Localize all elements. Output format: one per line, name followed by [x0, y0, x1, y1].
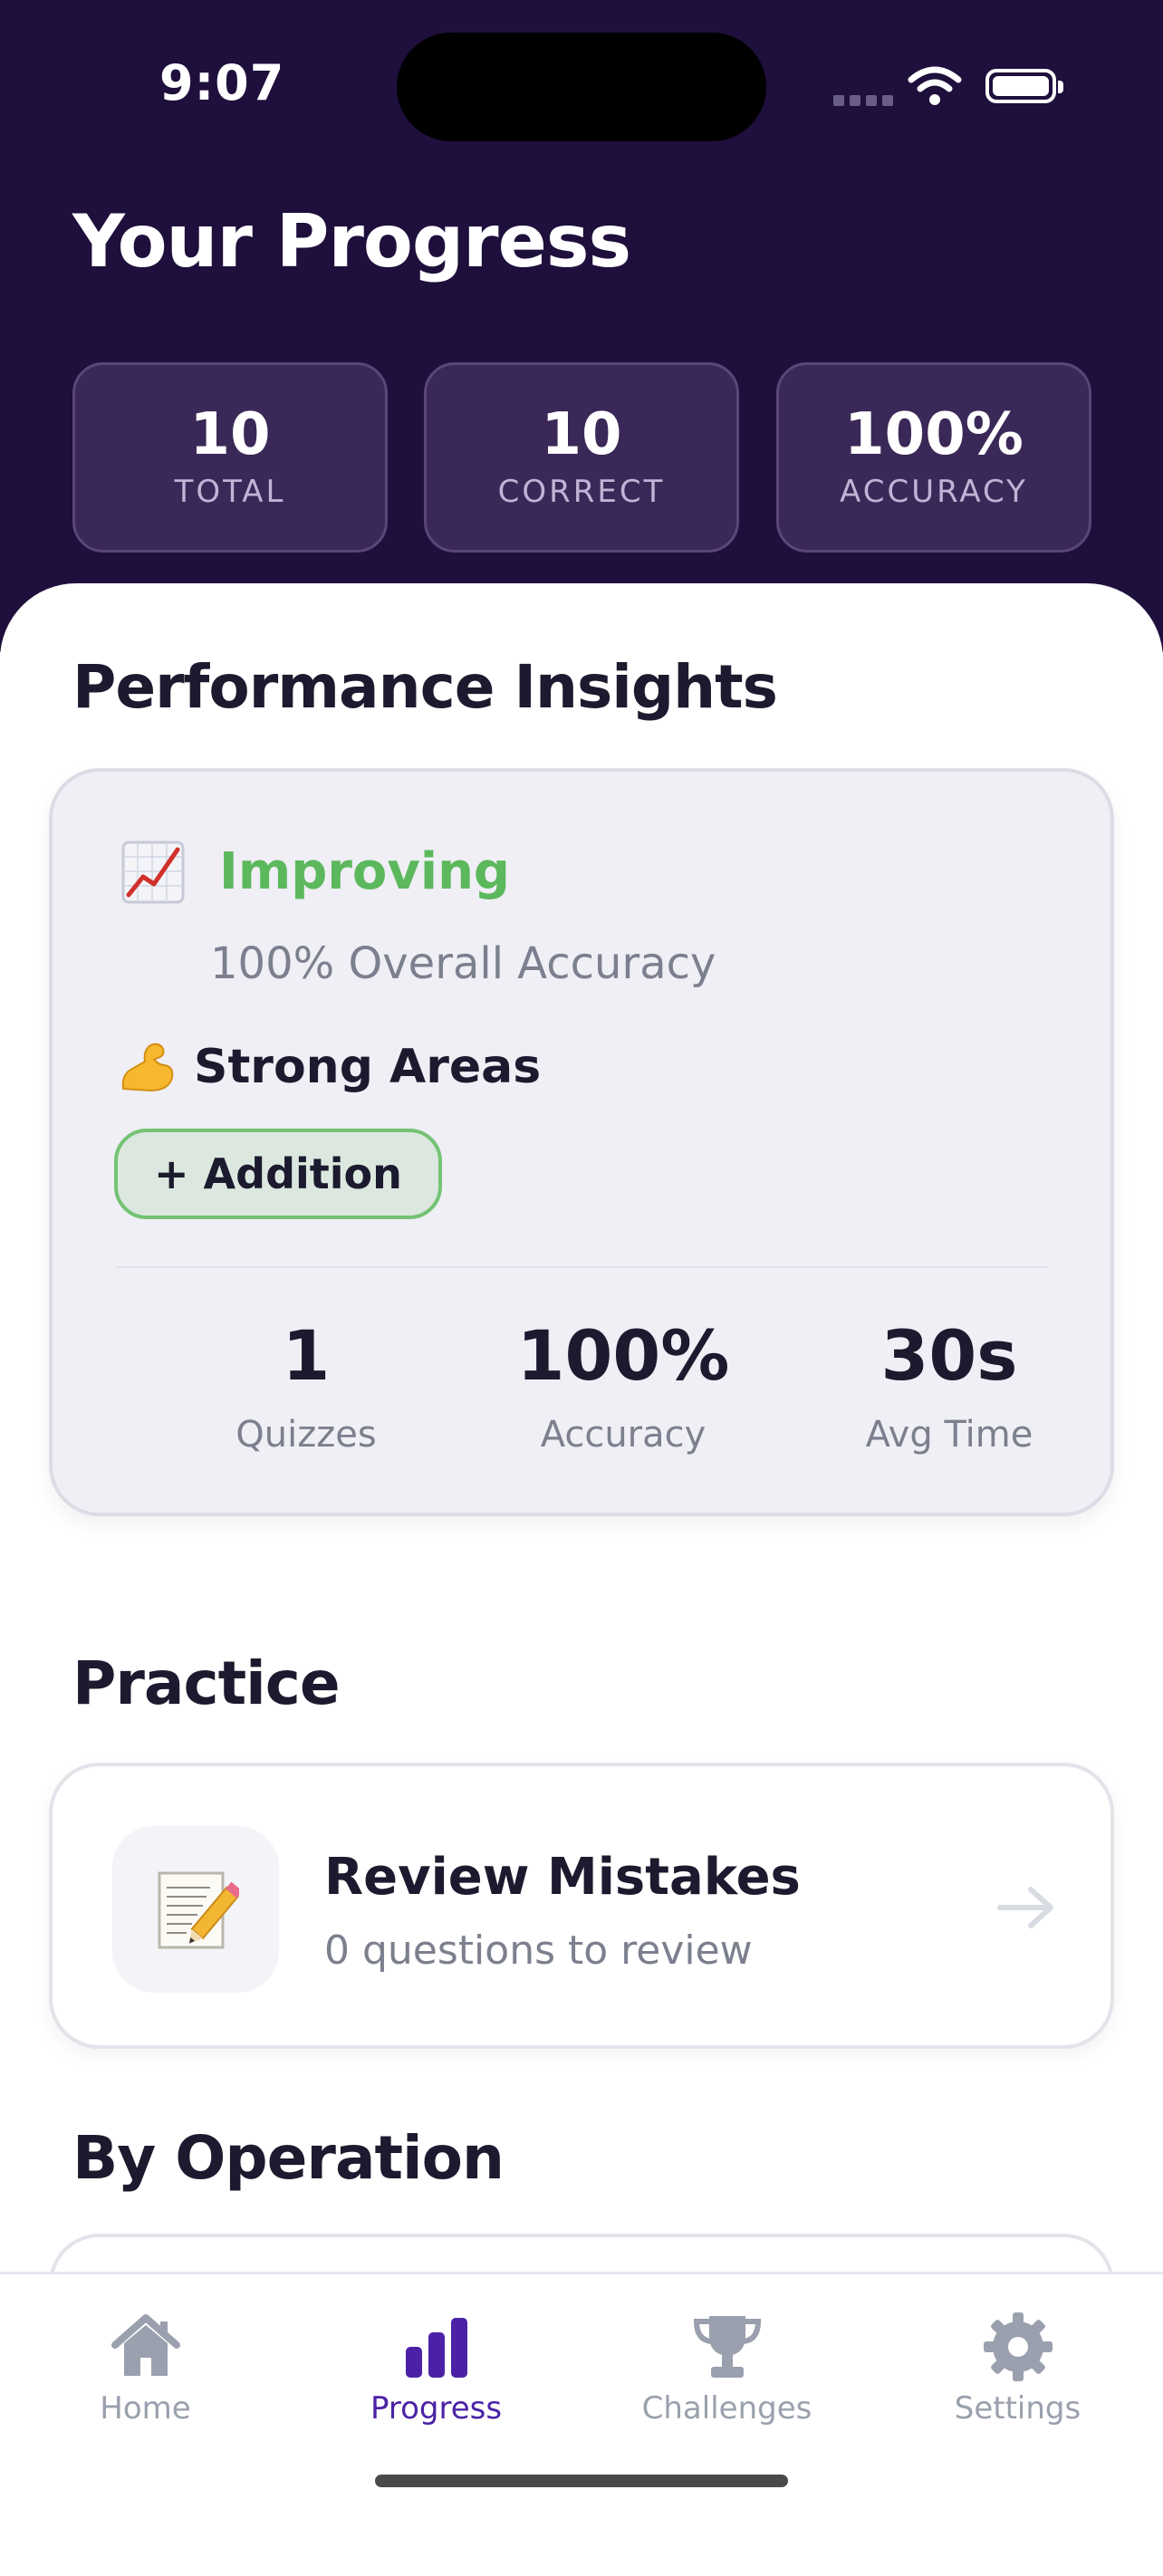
review-mistakes-card[interactable]: Review Mistakes 0 questions to review — [49, 1763, 1114, 2049]
section-title-practice: Practice — [72, 1648, 341, 1718]
arrow-right-icon — [997, 1887, 1053, 1928]
insight-stat-avg-time: 30s Avg Time — [813, 1315, 1085, 1456]
performance-insights-card: Improving 100% Overall Accuracy Strong A… — [49, 768, 1114, 1516]
insight-stat-value: 100% — [516, 1315, 730, 1396]
status-bar: 9:07 — [0, 0, 1163, 172]
review-icon-container — [112, 1826, 279, 1993]
insight-stat-quizzes: 1 Quizzes — [170, 1315, 442, 1456]
insight-stat-value: 1 — [282, 1315, 331, 1396]
home-icon — [111, 2314, 180, 2376]
page-title: Your Progress — [72, 199, 631, 284]
insight-stat-label: Avg Time — [865, 1414, 1033, 1456]
stat-value: 10 — [541, 401, 622, 468]
flexed-biceps-icon — [121, 1043, 174, 1092]
trend-status: Improving — [219, 842, 511, 901]
overall-accuracy-text: 100% Overall Accuracy — [210, 938, 716, 989]
tab-challenges[interactable]: Challenges — [582, 2292, 872, 2428]
insight-stat-label: Accuracy — [540, 1414, 706, 1456]
chart-increasing-icon — [121, 841, 185, 904]
stat-card-correct: 10 CORRECT — [424, 362, 739, 553]
dynamic-island — [397, 33, 766, 141]
stat-card-accuracy: 100% ACCURACY — [776, 362, 1091, 553]
home-indicator[interactable] — [375, 2475, 788, 2487]
insight-stat-accuracy: 100% Accuracy — [487, 1315, 759, 1456]
review-mistakes-title: Review Mistakes — [324, 1848, 801, 1907]
stat-value: 100% — [844, 401, 1024, 468]
stat-value: 10 — [189, 401, 271, 468]
stat-label: CORRECT — [497, 474, 666, 510]
tab-label: Home — [100, 2390, 191, 2427]
tab-label: Settings — [954, 2390, 1081, 2427]
stat-label: ACCURACY — [840, 474, 1028, 510]
section-title-by-operation: By Operation — [72, 2123, 505, 2193]
stat-label: TOTAL — [174, 474, 286, 510]
strong-areas-title: Strong Areas — [194, 1040, 542, 1094]
cellular-signal-icon — [833, 92, 899, 110]
insight-stat-value: 30s — [880, 1315, 1018, 1396]
section-title-performance-insights: Performance Insights — [72, 652, 778, 722]
tab-settings[interactable]: Settings — [872, 2292, 1163, 2428]
review-mistakes-subtitle: 0 questions to review — [324, 1927, 753, 1974]
bar-chart-icon — [405, 2318, 467, 2378]
memo-icon — [158, 1871, 239, 1949]
insight-stat-label: Quizzes — [235, 1414, 377, 1456]
trophy-icon — [693, 2316, 761, 2378]
battery-icon — [985, 69, 1063, 103]
tab-progress[interactable]: Progress — [291, 2292, 582, 2428]
tab-home[interactable]: Home — [0, 2292, 291, 2428]
divider — [116, 1266, 1049, 1268]
progress-header: 9:07 Your Progress 10 TOTAL 10 CORRECT 1… — [0, 0, 1163, 652]
gear-icon — [983, 2312, 1052, 2381]
status-time: 9:07 — [159, 54, 285, 111]
wifi-icon — [908, 66, 962, 105]
stat-card-total: 10 TOTAL — [72, 362, 388, 553]
tab-label: Progress — [370, 2390, 503, 2427]
tab-label: Challenges — [641, 2390, 812, 2427]
strong-area-chip[interactable]: + Addition — [114, 1129, 442, 1219]
